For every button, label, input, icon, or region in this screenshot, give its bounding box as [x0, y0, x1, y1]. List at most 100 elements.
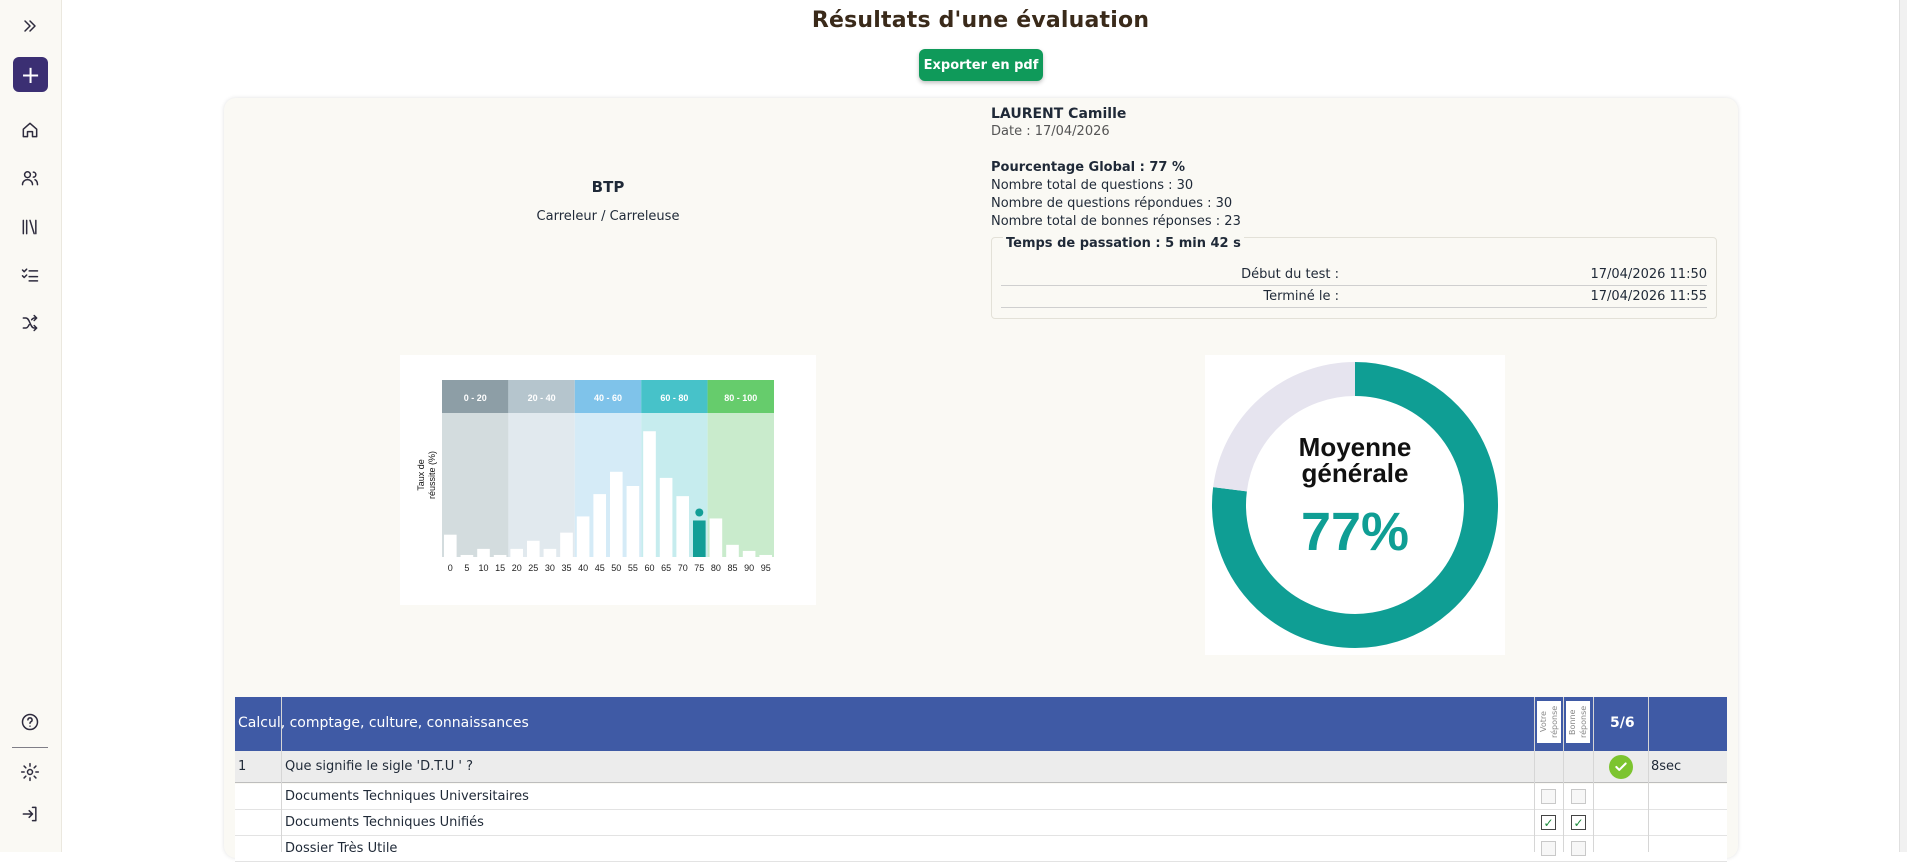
bar	[460, 554, 474, 557]
correct-answers: Nombre total de bonnes réponses : 23	[991, 214, 1241, 229]
settings-icon[interactable]	[16, 758, 44, 786]
evaluation-date: Date : 17/04/2026	[991, 124, 1110, 139]
bar	[543, 548, 557, 557]
bar	[477, 548, 490, 557]
band-label: 40 - 60	[594, 393, 622, 403]
average-donut-panel: Moyenne générale 77%	[1205, 355, 1505, 655]
x-tick-label: 5	[464, 563, 469, 573]
question-number: 1	[238, 759, 247, 774]
end-value: 17/04/2026 11:55	[1590, 289, 1707, 304]
band-label: 80 - 100	[724, 393, 757, 403]
answer-row: Dossier Très Utile	[235, 836, 1727, 862]
x-tick-label: 95	[761, 563, 771, 573]
x-tick-label: 0	[448, 563, 453, 573]
band-label: 60 - 80	[660, 393, 688, 403]
y-axis-label-line: Taux de	[416, 459, 426, 491]
category-score: 5/6	[1610, 715, 1635, 731]
logout-icon[interactable]	[16, 800, 44, 828]
answered-questions: Nombre de questions répondues : 30	[991, 196, 1233, 211]
bar	[493, 554, 507, 557]
x-tick-label: 80	[711, 563, 721, 573]
library-icon[interactable]	[16, 213, 44, 241]
x-tick-label: 85	[727, 563, 737, 573]
answer-row: Documents Techniques Unifiés ✓ ✓	[235, 810, 1727, 836]
good-answer-checkbox	[1571, 789, 1586, 804]
answer-text: Dossier Très Utile	[285, 841, 398, 856]
bar	[643, 431, 656, 557]
x-tick-label: 15	[495, 563, 505, 573]
bar	[443, 534, 457, 557]
bar	[676, 496, 690, 557]
donut-value: 77%	[1301, 502, 1409, 562]
sidebar: +	[0, 0, 62, 852]
bar	[742, 550, 756, 557]
band-label: 0 - 20	[464, 393, 487, 403]
global-percentage: Pourcentage Global : 77 %	[991, 160, 1186, 175]
answer-text: Documents Techniques Unifiés	[285, 815, 484, 830]
start-row: Début du test : 17/04/2026 11:50	[1001, 264, 1707, 286]
home-icon[interactable]	[16, 116, 44, 144]
x-tick-label: 20	[512, 563, 522, 573]
x-tick-label: 60	[644, 563, 654, 573]
x-tick-label: 70	[678, 563, 688, 573]
y-axis-label: Taux de réussite (%)	[416, 451, 437, 499]
your-answer-checkbox	[1541, 841, 1556, 856]
add-button[interactable]: +	[13, 57, 48, 92]
total-questions: Nombre total de questions : 30	[991, 178, 1194, 193]
expand-chevrons-icon[interactable]	[16, 12, 44, 40]
end-row: Terminé le : 17/04/2026 11:55	[1001, 286, 1707, 308]
bar	[759, 554, 773, 557]
your-answer-header: Votre réponse	[1537, 701, 1561, 743]
bar	[692, 520, 706, 557]
answer-row: Documents Techniques Universitaires	[235, 784, 1727, 810]
your-answer-checkbox: ✓	[1541, 815, 1556, 830]
answer-text: Documents Techniques Universitaires	[285, 789, 529, 804]
distribution-chart-panel: 0 - 20 20 - 40 40 - 60 60 - 80 80 - 100 0 5 10 1…	[400, 355, 816, 605]
bar	[526, 540, 540, 557]
x-tick-label: 25	[528, 563, 538, 573]
bar	[726, 544, 739, 557]
x-tick-label: 30	[545, 563, 555, 573]
scrollbar[interactable]	[1899, 0, 1907, 852]
shuffle-icon[interactable]	[16, 309, 44, 337]
bar	[510, 548, 524, 557]
category-header: Calcul, comptage, culture, connaissances…	[235, 697, 1727, 751]
users-icon[interactable]	[16, 164, 44, 192]
question-text: Que signifie le sigle 'D.T.U ' ?	[285, 759, 474, 774]
column-divider	[1534, 697, 1535, 852]
bar	[709, 518, 723, 557]
column-divider	[1593, 697, 1594, 852]
export-pdf-button[interactable]: Exporter en pdf	[919, 49, 1043, 81]
good-answer-checkbox: ✓	[1571, 815, 1586, 830]
start-label: Début du test :	[1241, 267, 1339, 282]
good-answer-header: Bonne réponse	[1566, 701, 1590, 743]
help-icon[interactable]	[16, 708, 44, 736]
candidate-info: LAURENT Camille Date : 17/04/2026 Pource…	[991, 105, 1241, 231]
distribution-chart: 0 - 20 20 - 40 40 - 60 60 - 80 80 - 100 0 5 10 1…	[416, 380, 774, 573]
question-row: 1 Que signifie le sigle 'D.T.U ' ? 8sec	[235, 751, 1727, 783]
x-tick-label: 65	[661, 563, 671, 573]
donut-title: générale	[1302, 458, 1409, 488]
band-label: 20 - 40	[528, 393, 556, 403]
bar	[576, 516, 590, 557]
your-answer-checkbox	[1541, 789, 1556, 804]
bar	[659, 477, 673, 557]
x-tick-label: 10	[478, 563, 488, 573]
candidate-name: LAURENT Camille	[991, 106, 1127, 122]
start-value: 17/04/2026 11:50	[1590, 267, 1707, 282]
column-divider	[1563, 697, 1564, 852]
job-title: Carreleur / Carreleuse	[536, 209, 680, 224]
page-title: Résultats d'une évaluation	[811, 8, 1150, 33]
x-tick-label: 45	[595, 563, 605, 573]
question-duration: 8sec	[1651, 759, 1682, 774]
column-divider	[281, 697, 282, 852]
end-label: Terminé le :	[1263, 289, 1339, 304]
bar	[609, 471, 623, 557]
y-axis-label-line: réussite (%)	[427, 451, 437, 499]
x-tick-label: 40	[578, 563, 588, 573]
timing-title: Temps de passation : 5 min 42 s	[1003, 236, 1244, 251]
checklist-icon[interactable]	[16, 261, 44, 289]
column-divider	[1648, 697, 1649, 852]
x-tick-label: 50	[611, 563, 621, 573]
bar	[626, 486, 640, 557]
